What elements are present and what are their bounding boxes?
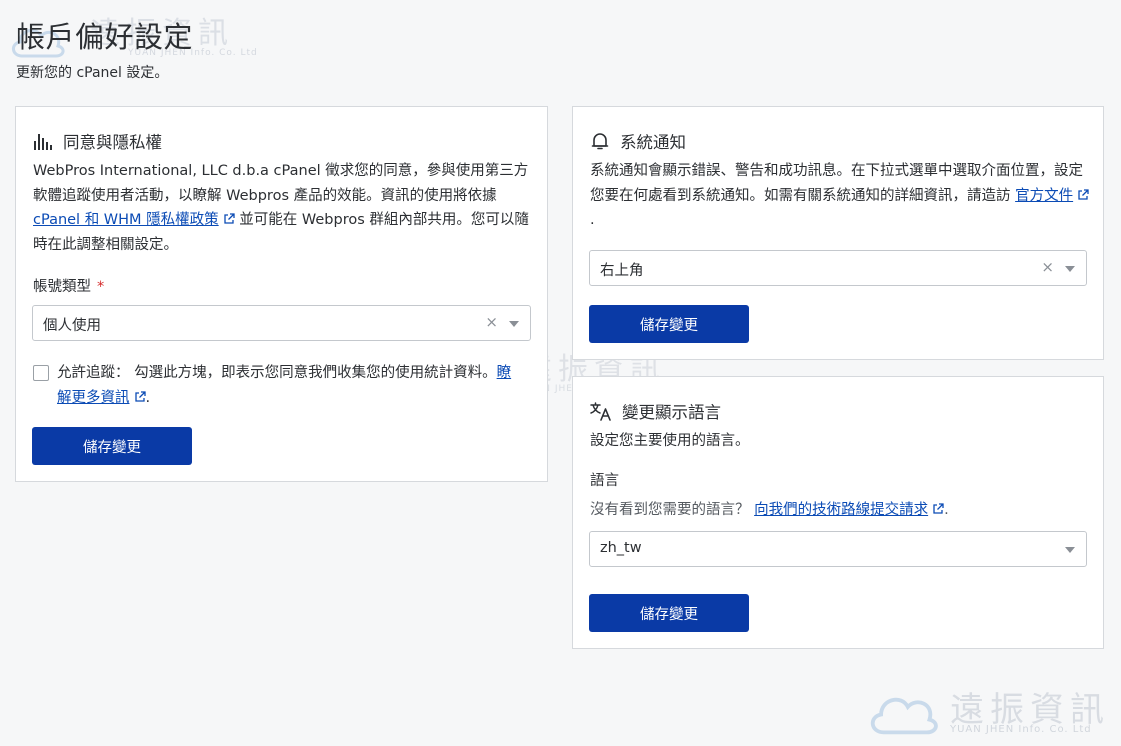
bell-icon: [591, 133, 609, 150]
account-type-label: 帳號類型 *: [33, 275, 104, 296]
external-link-icon: [1078, 188, 1089, 200]
system-notifications-card: 系統通知 系統通知會顯示錯誤、警告和成功訊息。在下拉式選單中選取介面位置，設定您…: [572, 106, 1104, 360]
watermark-brand-en: YUAN JHEN Info. Co. Ltd: [950, 724, 1092, 735]
language-description: 設定您主要使用的語言。: [590, 433, 750, 449]
display-language-card: 變更顯示語言 設定您主要使用的語言。 語言 沒有看到您需要的語言？ 向我們的技術…: [572, 376, 1104, 649]
clear-icon[interactable]: ×: [485, 313, 498, 331]
consent-desc-part1: WebPros International, LLC d.b.a cPanel …: [33, 163, 529, 204]
docs-suffix: .: [590, 212, 595, 228]
watermark-logo-bottom: 遠振資訊 YUAN JHEN Info. Co. Ltd: [864, 682, 1120, 742]
external-link-icon: [933, 503, 944, 514]
clear-icon[interactable]: ×: [1041, 258, 1054, 276]
consent-description: WebPros International, LLC d.b.a cPanel …: [33, 159, 533, 257]
external-link-icon: [224, 213, 235, 224]
account-type-value: 個人使用: [43, 318, 101, 334]
privacy-policy-link-label: cPanel 和 WHM 隱私權政策: [33, 212, 219, 228]
account-type-select[interactable]: 個人使用 ×: [32, 305, 531, 341]
external-link-icon: [134, 390, 146, 402]
cloud-icon: [870, 697, 938, 735]
consent-privacy-card: 同意與隱私權 WebPros International, LLC d.b.a …: [15, 106, 548, 482]
language-select[interactable]: zh_tw: [589, 531, 1087, 567]
allow-tracking-checkbox[interactable]: [33, 365, 49, 381]
chevron-down-icon[interactable]: [1065, 266, 1075, 272]
language-value: zh_tw: [600, 540, 642, 556]
allow-tracking-description: 允許追蹤： 勾選此方塊，即表示您同意我們收集您的使用統計資料。瞭解更多資訊.: [57, 361, 517, 410]
language-field-label: 語言: [590, 473, 619, 489]
request-suffix: .: [944, 502, 949, 518]
official-docs-link[interactable]: 官方文件: [1015, 188, 1089, 204]
notifications-card-header: 系統通知: [590, 129, 686, 153]
language-card-header: 變更顯示語言: [590, 399, 721, 423]
learn-more-suffix: .: [145, 389, 151, 406]
notifications-save-button[interactable]: 儲存變更: [589, 305, 749, 343]
language-missing-text: 沒有看到您需要的語言？: [590, 502, 750, 518]
account-type-label-text: 帳號類型: [33, 279, 91, 295]
chevron-down-icon[interactable]: [509, 321, 519, 327]
consent-card-header: 同意與隱私權: [33, 129, 162, 153]
page-subtitle: 更新您的 cPanel 設定。: [16, 65, 169, 81]
chevron-down-icon[interactable]: [1065, 547, 1075, 553]
consent-card-title: 同意與隱私權: [63, 133, 162, 152]
notification-position-select[interactable]: 右上角 ×: [589, 250, 1087, 286]
watermark-brand: 遠振資訊: [950, 690, 1110, 730]
submit-request-link[interactable]: 向我們的技術路線提交請求: [754, 502, 944, 518]
bar-chart-icon: [34, 134, 52, 150]
notifications-desc: 系統通知會顯示錯誤、警告和成功訊息。在下拉式選單中選取介面位置，設定您要在何處看…: [590, 163, 1083, 204]
language-missing-note: 沒有看到您需要的語言？ 向我們的技術路線提交請求.: [590, 498, 949, 523]
notification-position-value: 右上角: [600, 263, 644, 279]
translate-icon: [590, 402, 611, 421]
language-card-title: 變更顯示語言: [622, 403, 721, 422]
allow-tracking-text: 允許追蹤： 勾選此方塊，即表示您同意我們收集您的使用統計資料。: [57, 365, 497, 381]
privacy-policy-link[interactable]: cPanel 和 WHM 隱私權政策: [33, 212, 235, 228]
notifications-card-title: 系統通知: [620, 133, 686, 152]
consent-save-button[interactable]: 儲存變更: [32, 427, 192, 465]
notifications-description: 系統通知會顯示錯誤、警告和成功訊息。在下拉式選單中選取介面位置，設定您要在何處看…: [590, 159, 1090, 233]
submit-request-link-label: 向我們的技術路線提交請求: [754, 502, 929, 518]
required-asterisk: *: [97, 279, 105, 295]
language-save-button[interactable]: 儲存變更: [589, 594, 749, 632]
page-title: 帳戶偏好設定: [16, 20, 194, 54]
official-docs-link-label: 官方文件: [1015, 187, 1074, 204]
